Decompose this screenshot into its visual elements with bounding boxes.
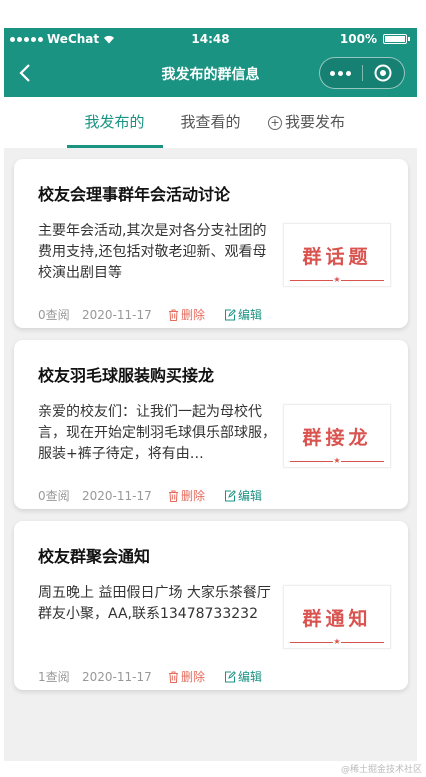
post-title: 校友羽毛球服装购买接龙	[38, 366, 215, 385]
star-icon: ★	[333, 275, 341, 284]
post-card[interactable]: 校友群聚会通知 周五晚上 益田假日广场 大家乐茶餐厅 群友小聚，AA,联系134…	[14, 521, 408, 690]
view-count: 1查阅	[38, 670, 70, 684]
category-stamp-image: 群接龙 ★	[283, 404, 391, 468]
category-stamp-image: 群话题 ★	[283, 223, 391, 287]
target-close-icon	[374, 64, 392, 82]
trash-icon	[169, 490, 178, 502]
star-icon: ★	[333, 637, 341, 646]
watermark: @稀土掘金技术社区	[340, 765, 422, 775]
post-list: 校友会理事群年会活动讨论 主要年会活动,其次是对各分支社团的费用支持,还包括对敬…	[14, 159, 408, 702]
battery-percent: 100%	[339, 32, 377, 46]
trash-icon	[169, 671, 178, 683]
edit-button[interactable]: 编辑	[224, 487, 262, 504]
edit-label: 编辑	[238, 670, 263, 684]
more-button[interactable]	[320, 58, 362, 88]
edit-icon	[225, 670, 236, 682]
view-count: 0查阅	[38, 489, 70, 503]
tab-my-published[interactable]: 我发布的	[66, 97, 163, 148]
post-date: 2020-11-17	[82, 488, 152, 503]
delete-label: 删除	[181, 670, 206, 684]
post-description: 周五晚上 益田假日广场 大家乐茶餐厅 群友小聚，AA,联系13478733232	[38, 585, 271, 622]
post-date: 2020-11-17	[82, 669, 152, 684]
delete-label: 删除	[181, 308, 206, 322]
nav-bar: 我发布的群信息	[4, 50, 417, 97]
edit-button[interactable]: 编辑	[224, 306, 262, 323]
edit-label: 编辑	[238, 308, 263, 322]
post-card[interactable]: 校友会理事群年会活动讨论 主要年会活动,其次是对各分支社团的费用支持,还包括对敬…	[14, 159, 408, 328]
battery-info: 100%	[339, 32, 410, 46]
close-mini-program-button[interactable]	[363, 58, 405, 88]
category-stamp-image: 群通知 ★	[283, 585, 391, 649]
edit-label: 编辑	[238, 489, 263, 503]
more-dots-icon	[330, 70, 352, 76]
post-description: 亲爱的校友们：让我们一起为母校代言，现在开始定制羽毛球俱乐部球服，服装+裤子待定…	[38, 404, 276, 462]
post-meta: 1查阅 2020-11-17 删除 编辑	[38, 668, 262, 685]
post-date: 2020-11-17	[82, 307, 152, 322]
tab-label: 我发布的	[84, 113, 145, 131]
post-title: 校友群聚会通知	[38, 547, 151, 566]
view-count: 0查阅	[38, 308, 70, 322]
edit-icon	[225, 489, 236, 501]
plus-circle-icon: +	[267, 116, 282, 130]
post-meta: 0查阅 2020-11-17 删除 编辑	[38, 487, 262, 504]
trash-icon	[169, 309, 178, 321]
post-card[interactable]: 校友羽毛球服装购买接龙 亲爱的校友们：让我们一起为母校代言，现在开始定制羽毛球俱…	[14, 340, 408, 509]
app-header: WeChat 14:48 100% 我发布的群信息	[4, 28, 417, 97]
phone-screen: WeChat 14:48 100% 我发布的群信息 我发布的 我查看的 + 我要…	[4, 28, 417, 761]
stamp-text: 群接龙	[302, 427, 372, 449]
post-title: 校友会理事群年会活动讨论	[38, 185, 231, 204]
delete-button[interactable]: 删除	[168, 487, 224, 504]
battery-icon	[383, 34, 410, 44]
stamp-text: 群话题	[302, 246, 372, 268]
mini-program-capsule	[319, 57, 405, 89]
edit-button[interactable]: 编辑	[224, 668, 262, 685]
status-bar: WeChat 14:48 100%	[4, 28, 417, 50]
delete-button[interactable]: 删除	[168, 306, 224, 323]
delete-button[interactable]: 删除	[168, 668, 224, 685]
stamp-text: 群通知	[302, 608, 372, 630]
edit-icon	[225, 308, 236, 320]
star-icon: ★	[333, 456, 341, 465]
tab-label: 我要发布	[284, 113, 345, 131]
tab-publish[interactable]: + 我要发布	[259, 97, 355, 148]
post-meta: 0查阅 2020-11-17 删除 编辑	[38, 306, 262, 323]
tab-label: 我查看的	[180, 113, 241, 131]
delete-label: 删除	[181, 489, 206, 503]
post-description: 主要年会活动,其次是对各分支社团的费用支持,还包括对敬老迎新、观看母校演出剧目等	[38, 223, 267, 281]
tab-my-viewed[interactable]: 我查看的	[163, 97, 259, 148]
tab-bar: 我发布的 我查看的 + 我要发布	[4, 97, 417, 148]
